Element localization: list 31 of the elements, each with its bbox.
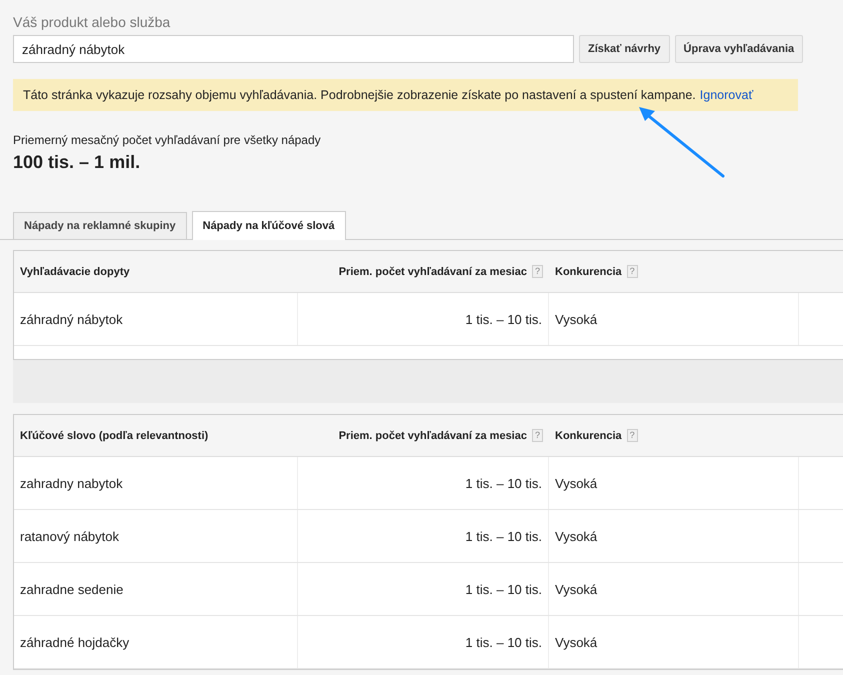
table-cell: zahradny nabytok xyxy=(14,457,298,509)
table-cell: Vysoká xyxy=(549,457,799,509)
table-cell: 1 tis. – 10 tis. xyxy=(298,457,549,509)
column-header: Priem. počet vyhľadávaní za mesiac xyxy=(338,266,527,278)
table-cell: 1 tis. – 10 tis. xyxy=(298,510,549,562)
table-cell: záhradné hojdačky xyxy=(14,616,298,668)
search-field[interactable]: záhradný nábytok xyxy=(13,35,574,63)
table-cell: 1 tis. – 10 tis. xyxy=(298,293,549,345)
action-button[interactable]: Získať návrhy xyxy=(579,35,670,63)
tab[interactable]: Nápady na reklamné skupiny xyxy=(13,212,187,239)
tab[interactable]: Nápady na kľúčové slová xyxy=(192,211,346,240)
column-header: Vyhľadávacie dopyty xyxy=(20,266,130,278)
table-cell: Vysoká xyxy=(549,293,799,345)
column-header: Konkurencia xyxy=(555,266,622,278)
table-cell: 1 tis. – 10 tis. xyxy=(298,563,549,615)
dismiss-link[interactable]: Ignorovať xyxy=(700,88,754,102)
field-label: Váš produkt alebo služba xyxy=(13,14,172,30)
notice-text: Táto stránka vykazuje rozsahy objemu vyhľadávania. Podrobnejšie zobrazenie získate po nastavení a spustení kampane. xyxy=(23,88,696,102)
table-cell: Vysoká xyxy=(549,510,799,562)
column-header: Kľúčové slovo (podľa relevantnosti) xyxy=(20,430,208,442)
table-cell: záhradný nábytok xyxy=(14,293,298,345)
table-cell: 1 tis. – 10 tis. xyxy=(298,616,549,668)
table-cell: Vysoká xyxy=(549,616,799,668)
summary-value: 100 tis. – 1 mil. xyxy=(13,152,142,173)
table-cell: ratanový nábytok xyxy=(14,510,298,562)
summary-label: Priemerný mesačný počet vyhľadávaní pre všetky nápady xyxy=(13,133,322,147)
table-cell: Vysoká xyxy=(549,563,799,615)
column-header: Konkurencia xyxy=(555,430,622,442)
table-cell: zahradne sedenie xyxy=(14,563,298,615)
column-header: Priem. počet vyhľadávaní za mesiac xyxy=(338,430,527,442)
action-button[interactable]: Úprava vyhľadávania xyxy=(674,35,804,63)
